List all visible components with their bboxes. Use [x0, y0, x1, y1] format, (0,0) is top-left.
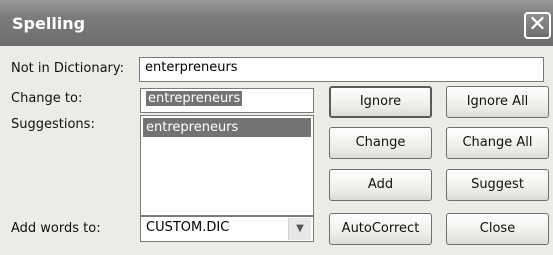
add-words-to-label: Add words to: — [11, 221, 101, 236]
close-button[interactable]: Close — [446, 213, 549, 245]
change-to-field[interactable]: entrepreneurs — [140, 88, 314, 113]
ignore-all-button[interactable]: Ignore All — [446, 86, 549, 118]
list-item[interactable]: entrepreneurs — [143, 118, 311, 137]
change-button[interactable]: Change — [329, 127, 432, 159]
not-in-dictionary-field[interactable]: enterpreneurs — [139, 57, 544, 82]
spelling-dialog: Spelling ✕ Not in Dictionary: enterprene… — [0, 0, 553, 255]
chevron-down-icon[interactable]: ▼ — [288, 218, 311, 240]
dialog-title: Spelling — [12, 14, 86, 33]
change-to-selected-text: entrepreneurs — [146, 91, 243, 106]
change-to-label: Change to: — [11, 91, 83, 106]
ignore-button[interactable]: Ignore — [329, 86, 432, 118]
change-all-button[interactable]: Change All — [446, 127, 549, 159]
close-icon[interactable]: ✕ — [524, 12, 551, 39]
suggest-button[interactable]: Suggest — [446, 169, 549, 201]
add-button[interactable]: Add — [329, 169, 432, 201]
add-words-to-value: CUSTOM.DIC — [146, 220, 230, 235]
title-bar[interactable]: Spelling ✕ — [0, 0, 553, 46]
autocorrect-button[interactable]: AutoCorrect — [329, 213, 432, 245]
suggestions-label: Suggestions: — [11, 117, 95, 132]
suggestions-list[interactable]: entrepreneurs — [140, 115, 314, 216]
not-in-dictionary-label: Not in Dictionary: — [11, 61, 125, 76]
